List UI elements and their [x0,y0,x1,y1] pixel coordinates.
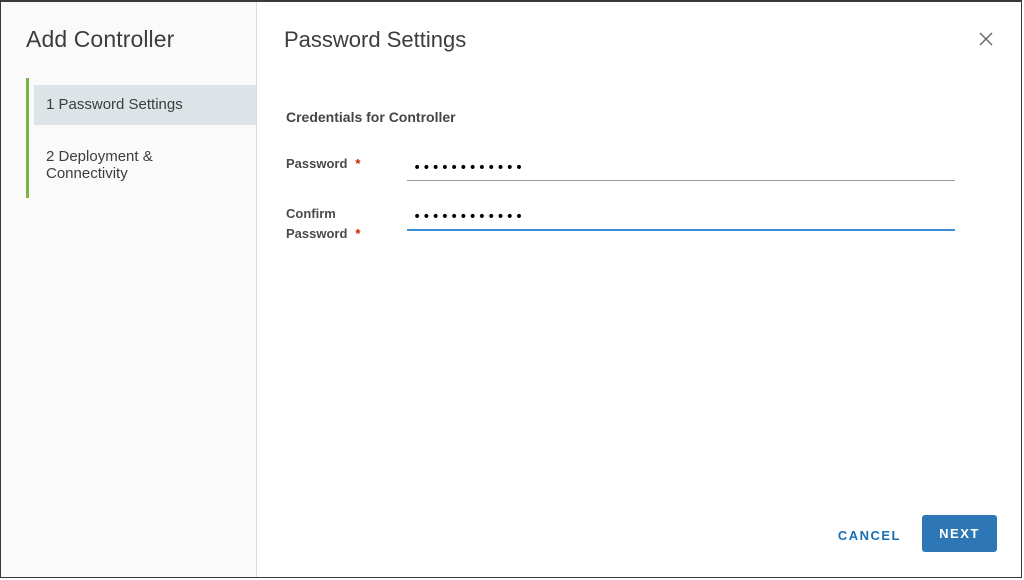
password-label: Password * [286,154,360,174]
add-controller-dialog: Add Controller 1 Password Settings 2 Dep… [0,0,1022,578]
next-button[interactable]: NEXT [922,515,997,552]
confirm-password-label: Confirm Password * [286,204,360,244]
section-title: Credentials for Controller [286,109,456,125]
wizard-steps: 1 Password Settings 2 Deployment & Conne… [26,78,259,198]
confirm-password-field[interactable] [407,205,955,231]
password-field[interactable] [407,155,955,181]
step-label-line2: Connectivity [46,165,128,182]
step-password-settings[interactable]: 1 Password Settings [34,85,256,125]
close-icon[interactable] [977,30,995,48]
step-label: 1 Password Settings [46,96,183,113]
step-deployment-connectivity[interactable]: 2 Deployment & Connectivity [34,148,256,182]
confirm-password-label-line1: Confirm [286,206,336,221]
step-label-line1: 2 Deployment & [46,148,153,165]
wizard-content: Password Settings Credentials for Contro… [257,2,1021,577]
password-label-text: Password [286,156,348,171]
cancel-button[interactable]: CANCEL [838,528,901,543]
wizard-sidebar: Add Controller 1 Password Settings 2 Dep… [1,2,257,577]
confirm-password-label-line2: Password [286,226,348,241]
page-title: Password Settings [284,27,467,52]
required-marker: * [355,156,361,171]
required-marker: * [355,226,361,241]
wizard-title: Add Controller [26,26,175,52]
